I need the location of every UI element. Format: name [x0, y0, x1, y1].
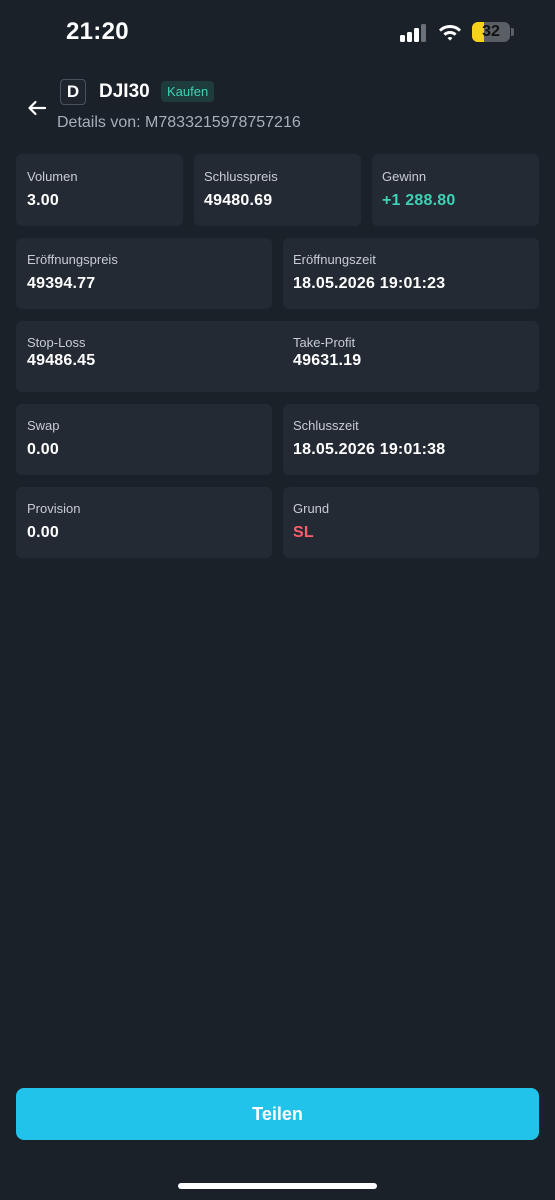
- cellular-signal-icon: [400, 24, 428, 42]
- status-time: 21:20: [66, 18, 129, 45]
- reason-card: Grund SL: [283, 487, 539, 558]
- close-time-value: 18.05.2026 19:01:38: [293, 441, 446, 458]
- share-button[interactable]: Teilen: [16, 1088, 539, 1140]
- volume-card: Volumen 3.00: [16, 154, 183, 226]
- open-price-card: Eröffnungspreis 49394.77: [16, 238, 272, 309]
- open-time-value: 18.05.2026 19:01:23: [293, 275, 446, 292]
- take-profit-value: 49631.19: [293, 352, 362, 369]
- swap-label: Swap: [27, 418, 60, 433]
- arrow-left-icon: [28, 100, 47, 116]
- home-indicator[interactable]: [178, 1183, 377, 1189]
- close-price-label: Schlusspreis: [204, 169, 278, 184]
- open-time-label: Eröffnungszeit: [293, 252, 376, 267]
- symbol-icon: D: [60, 79, 86, 105]
- commission-card: Provision 0.00: [16, 487, 272, 558]
- stop-loss-value: 49486.45: [27, 352, 96, 369]
- reason-value: SL: [293, 524, 314, 541]
- wifi-icon: [438, 22, 462, 42]
- status-bar: 21:20 32: [0, 0, 555, 66]
- back-button[interactable]: [24, 95, 50, 121]
- volume-label: Volumen: [27, 169, 78, 184]
- open-time-card: Eröffnungszeit 18.05.2026 19:01:23: [283, 238, 539, 309]
- swap-value: 0.00: [27, 441, 59, 458]
- close-price-card: Schlusspreis 49480.69: [194, 154, 361, 226]
- reason-label: Grund: [293, 501, 330, 516]
- close-time-label: Schlusszeit: [293, 418, 359, 433]
- stop-loss-label: Stop-Loss: [27, 335, 86, 350]
- profit-label: Gewinn: [382, 169, 427, 184]
- commission-value: 0.00: [27, 524, 59, 541]
- symbol-name: DJI30: [99, 81, 150, 102]
- volume-value: 3.00: [27, 192, 59, 209]
- side-badge: Kaufen: [161, 81, 215, 102]
- profit-value: +1 288.80: [382, 192, 456, 209]
- open-price-value: 49394.77: [27, 275, 96, 292]
- take-profit-label: Take-Profit: [293, 335, 356, 350]
- battery-percent: 32: [482, 23, 500, 40]
- swap-card: Swap 0.00: [16, 404, 272, 475]
- commission-label: Provision: [27, 501, 81, 516]
- close-time-card: Schlusszeit 18.05.2026 19:01:38: [283, 404, 539, 475]
- details-label: Details von: M7833215978757216: [57, 114, 301, 131]
- battery-icon: 32: [472, 22, 510, 42]
- sl-tp-card: Stop-Loss 49486.45 Take-Profit 49631.19: [16, 321, 539, 392]
- close-price-value: 49480.69: [204, 192, 273, 209]
- battery-cap: [511, 28, 514, 36]
- profit-card: Gewinn +1 288.80: [372, 154, 539, 226]
- open-price-label: Eröffnungspreis: [27, 252, 118, 267]
